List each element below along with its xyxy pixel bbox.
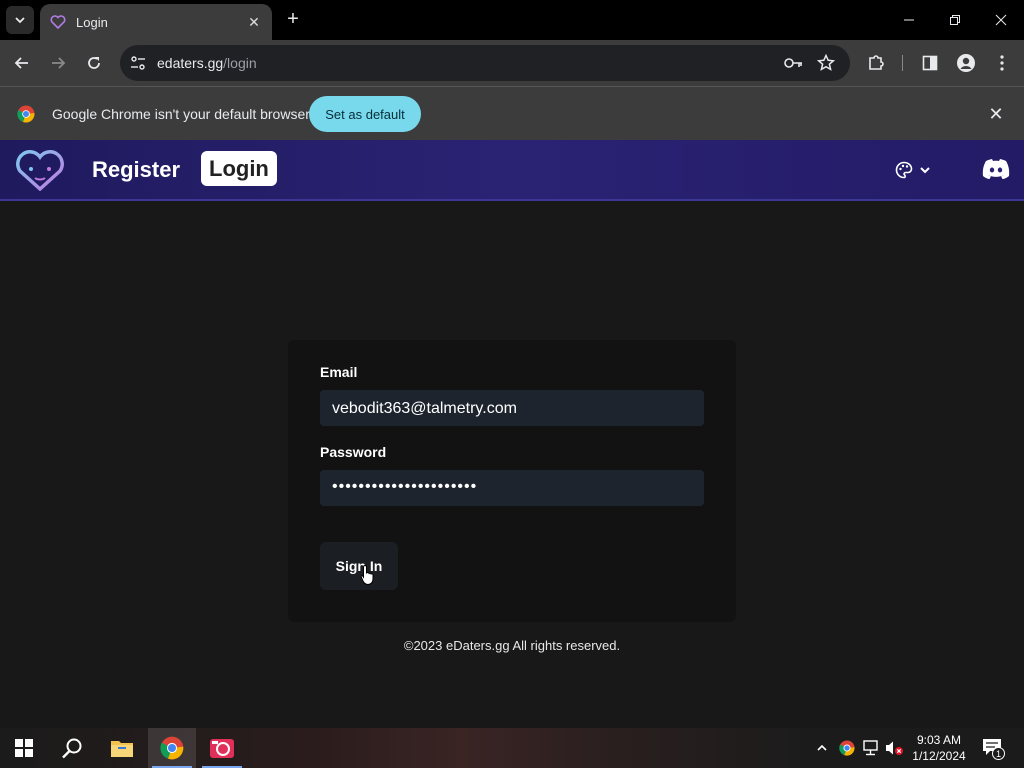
tab-search-button[interactable] (6, 6, 34, 34)
side-panel-button[interactable] (916, 49, 944, 77)
default-browser-infobar: Google Chrome isn't your default browser… (0, 86, 1024, 140)
windows-logo-icon (15, 739, 33, 757)
url-text: edaters.gg/login (157, 55, 257, 71)
close-window-button[interactable] (978, 0, 1024, 40)
reload-icon (88, 57, 100, 69)
chrome-logo-icon (160, 736, 184, 760)
tab-title: Login (76, 14, 108, 30)
windows-taskbar: 9:03 AM 1/12/2024 1 (0, 728, 1024, 768)
chevron-down-icon (920, 167, 930, 174)
folder-icon (111, 741, 133, 757)
close-icon (995, 14, 1007, 26)
volume-muted-icon[interactable] (885, 740, 905, 756)
email-label: Email (320, 364, 358, 380)
recorder-app-icon (210, 739, 234, 758)
profile-avatar-icon (957, 54, 975, 72)
profile-button[interactable] (952, 49, 980, 77)
site-settings-icon[interactable] (130, 55, 146, 71)
restore-button[interactable] (932, 0, 978, 40)
url-host: edaters.gg (157, 55, 224, 71)
forward-button[interactable] (44, 49, 72, 77)
browser-toolbar: edaters.gg/login (0, 40, 1024, 86)
system-clock[interactable]: 9:03 AM 1/12/2024 (906, 732, 972, 764)
screen-recorder-taskbar-button[interactable] (198, 728, 246, 768)
chrome-logo-icon (17, 105, 35, 123)
puzzle-icon (869, 55, 884, 70)
chevron-down-icon (15, 17, 25, 24)
edaters-favicon-icon (50, 15, 66, 30)
notification-center-button[interactable]: 1 (982, 738, 1005, 760)
search-icon (62, 738, 82, 759)
more-vertical-icon (1000, 55, 1004, 71)
clock-date: 1/12/2024 (912, 749, 966, 763)
network-icon[interactable] (862, 740, 880, 756)
reload-button[interactable] (80, 49, 108, 77)
notification-count-badge: 1 (992, 747, 1005, 760)
set-as-default-button[interactable]: Set as default (309, 96, 421, 132)
back-arrow-icon (14, 57, 28, 69)
star-bookmark-icon[interactable] (817, 54, 835, 72)
sign-in-button[interactable]: Sign In (320, 542, 398, 590)
restore-icon (950, 15, 960, 25)
discord-icon[interactable] (982, 158, 1010, 180)
password-field[interactable]: •••••••••••••••••••••• (320, 470, 704, 506)
main-content: Email vebodit363@talmetry.com Password •… (0, 203, 1024, 728)
url-path: /login (223, 55, 257, 71)
chrome-taskbar-button[interactable] (148, 728, 196, 768)
palette-icon (895, 161, 913, 179)
infobar-message: Google Chrome isn't your default browser (52, 106, 310, 122)
minimize-button[interactable] (886, 0, 932, 40)
side-panel-icon (922, 55, 938, 71)
back-button[interactable] (8, 49, 36, 77)
extensions-button[interactable] (862, 49, 890, 77)
clock-time: 9:03 AM (916, 733, 962, 747)
hand-pointer-cursor-icon (360, 564, 374, 586)
chevron-up-icon[interactable] (816, 742, 828, 754)
site-header: Register Login (0, 140, 1024, 201)
edaters-logo-icon[interactable] (14, 149, 66, 191)
chrome-tray-icon[interactable] (839, 740, 855, 756)
file-explorer-button[interactable] (98, 728, 146, 768)
tab-login[interactable]: Login ✕ (40, 4, 272, 40)
tab-close-icon[interactable]: ✕ (246, 14, 262, 30)
theme-selector-button[interactable] (895, 158, 941, 182)
footer-copyright: ©2023 eDaters.gg All rights reserved. (403, 638, 621, 653)
chrome-menu-button[interactable] (988, 49, 1016, 77)
nav-login-link[interactable]: Login (201, 151, 277, 186)
nav-register-link[interactable]: Register (92, 157, 180, 183)
new-tab-button[interactable]: + (282, 8, 304, 30)
minimize-icon (904, 19, 914, 21)
address-bar[interactable]: edaters.gg/login (120, 45, 850, 81)
email-field[interactable]: vebodit363@talmetry.com (320, 390, 704, 426)
tab-strip: Login ✕ + (0, 0, 1024, 40)
infobar-close-icon[interactable]: ✕ (986, 104, 1006, 124)
password-label: Password (320, 444, 387, 460)
forward-arrow-icon (52, 57, 66, 69)
toolbar-divider (902, 55, 903, 71)
key-icon[interactable] (783, 55, 803, 71)
login-form-card: Email vebodit363@talmetry.com Password •… (288, 340, 736, 622)
search-button[interactable] (48, 728, 96, 768)
start-button[interactable] (0, 728, 48, 768)
